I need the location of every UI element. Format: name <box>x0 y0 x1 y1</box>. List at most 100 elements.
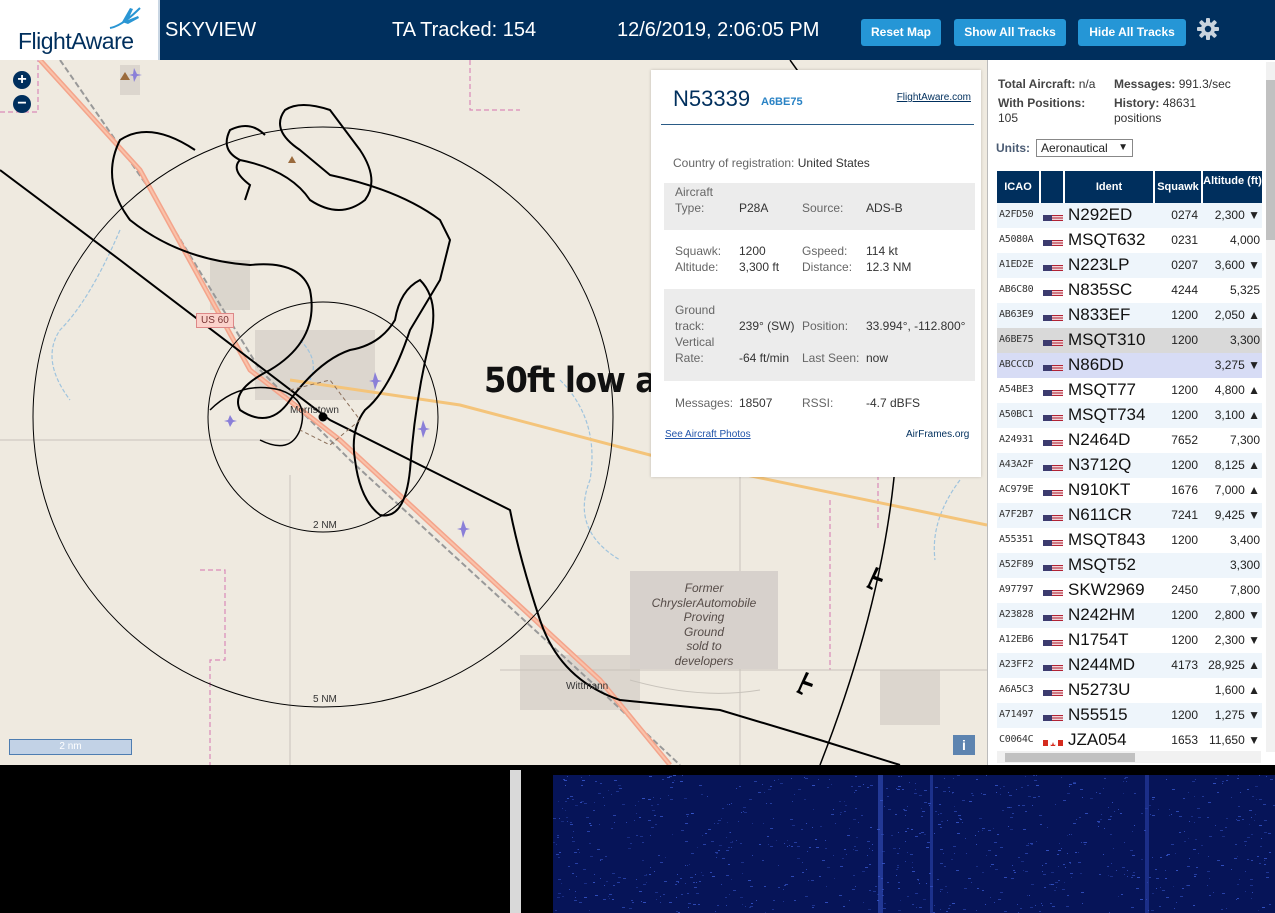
table-row[interactable]: AC979E N910KT 1676 7,000 ▲ <box>997 478 1262 503</box>
table-row[interactable]: A12EB6 N1754T 1200 2,300 ▼ <box>997 628 1262 653</box>
table-row[interactable]: A43A2F N3712Q 1200 8,125 ▲ <box>997 453 1262 478</box>
cell-altitude: 3,300 <box>1229 333 1260 347</box>
cell-icao: A24931 <box>999 434 1034 445</box>
table-row[interactable]: A24931 N2464D 7652 7,300 <box>997 428 1262 453</box>
cell-icao: A97797 <box>999 584 1034 595</box>
table-row[interactable]: A5080A MSQT632 0231 4,000 <box>997 228 1262 253</box>
us-flag-icon <box>1043 635 1063 646</box>
cell-ident: N1754T <box>1068 630 1129 649</box>
app-title: SKYVIEW <box>165 19 257 41</box>
table-row[interactable]: AB63E9 N833EF 1200 2,050 ▲ <box>997 303 1262 328</box>
proving-ground-area: Former ChryslerAutomobile Proving Ground… <box>630 571 778 669</box>
cell-ident: N611CR <box>1068 505 1132 524</box>
messages-rate-label: Messages: <box>1114 77 1176 91</box>
column-header-flag[interactable] <box>1041 171 1065 203</box>
cell-altitude: 2,300 ▼ <box>1214 633 1260 647</box>
table-row[interactable]: A1ED2E N223LP 0207 3,600 ▼ <box>997 253 1262 278</box>
total-aircraft: Total Aircraft: n/a <box>998 77 1095 91</box>
cell-icao: ABCCCD <box>999 359 1034 370</box>
messages-rate: Messages: 991.3/sec <box>1114 77 1231 91</box>
us-flag-icon <box>1043 660 1063 671</box>
cell-ident: MSQT310 <box>1068 330 1146 349</box>
cell-icao: A6A5C3 <box>999 684 1034 695</box>
show-all-tracks-button[interactable]: Show All Tracks <box>954 19 1066 46</box>
aircraft-popup: N53339 A6BE75 FlightAware.com Country of… <box>651 70 981 477</box>
cell-ident: SKW2969 <box>1068 580 1145 599</box>
cell-squawk: 1653 <box>1171 733 1198 747</box>
table-row[interactable]: C0064C JZA054 1653 11,650 ▼ <box>997 728 1262 753</box>
cell-squawk: 1676 <box>1171 483 1198 497</box>
cell-altitude: 7,300 <box>1229 433 1260 447</box>
cell-icao: A50BC1 <box>999 409 1034 420</box>
us-flag-icon <box>1043 710 1063 721</box>
table-row[interactable]: A50BC1 MSQT734 1200 3,100 ▲ <box>997 403 1262 428</box>
pane-divider[interactable] <box>510 770 521 913</box>
us-flag-icon <box>1043 360 1063 371</box>
cell-ident: N3712Q <box>1068 455 1132 474</box>
table-row[interactable]: A97797 SKW2969 2450 7,800 <box>997 578 1262 603</box>
table-row[interactable]: A7F2B7 N611CR 7241 9,425 ▼ <box>997 503 1262 528</box>
road-shield: US 60 <box>196 313 234 328</box>
table-row[interactable]: A23828 N242HM 1200 2,800 ▼ <box>997 603 1262 628</box>
country-value: United States <box>797 156 870 170</box>
skyview-app: FlightAware SKYVIEW TA Tracked: 154 12/6… <box>0 0 1275 913</box>
flightaware-link[interactable]: FlightAware.com <box>897 92 971 103</box>
cell-altitude: 8,125 ▲ <box>1214 458 1260 472</box>
settings-gear-icon[interactable] <box>1196 17 1220 41</box>
cell-squawk: 1200 <box>1171 333 1198 347</box>
cell-squawk: 7652 <box>1171 433 1198 447</box>
cell-flag <box>1043 728 1065 752</box>
cell-altitude: 2,300 ▼ <box>1214 208 1260 222</box>
table-row[interactable]: A6A5C3 N5273U 1,600 ▲ <box>997 678 1262 703</box>
scale-bar: 2 nm <box>9 739 132 755</box>
cell-ident: N223LP <box>1068 255 1130 274</box>
info-button[interactable]: i <box>953 735 975 755</box>
table-row[interactable]: A52F89 MSQT52 3,300 <box>997 553 1262 578</box>
scrollbar-thumb[interactable] <box>1005 753 1135 762</box>
hide-all-tracks-button[interactable]: Hide All Tracks <box>1078 19 1186 46</box>
cell-flag <box>1043 528 1065 552</box>
cell-altitude: 3,100 ▲ <box>1214 408 1260 422</box>
aircraft-type-block: Aircraft Type: P28A Source: ADS-B <box>664 183 975 230</box>
horizontal-scrollbar[interactable] <box>997 751 1261 763</box>
scrollbar-thumb[interactable] <box>1266 80 1275 240</box>
column-header-icao[interactable]: ICAO <box>997 171 1041 203</box>
us-flag-icon <box>1043 435 1063 446</box>
table-row[interactable]: A23FF2 N244MD 4173 28,925 ▲ <box>997 653 1262 678</box>
ground-track-label: track: <box>675 319 705 333</box>
cell-flag <box>1043 553 1065 577</box>
flightaware-logo[interactable]: FlightAware <box>0 0 160 60</box>
aircraft-photos-link[interactable]: See Aircraft Photos <box>665 429 751 440</box>
zoom-out-button[interactable]: − <box>13 95 31 113</box>
us-flag-icon <box>1043 685 1063 696</box>
cell-icao: A23828 <box>999 609 1034 620</box>
column-header-squawk[interactable]: Squawk <box>1155 171 1203 203</box>
source-label: Source: <box>802 201 844 215</box>
zoom-in-button[interactable]: + <box>13 71 31 89</box>
cell-squawk: 4173 <box>1171 658 1198 672</box>
table-row[interactable]: A2FD50 N292ED 0274 2,300 ▼ <box>997 203 1262 228</box>
cell-altitude: 9,425 ▼ <box>1214 508 1260 522</box>
table-row[interactable]: A6BE75 MSQT310 1200 3,300 <box>997 328 1262 353</box>
with-positions-label: With Positions: <box>998 96 1086 110</box>
cell-altitude: 2,800 ▼ <box>1214 608 1260 622</box>
cell-icao: A2FD50 <box>999 209 1034 220</box>
aircraft-list-panel: Total Aircraft: n/a Messages: 991.3/sec … <box>987 60 1275 765</box>
vertical-scrollbar[interactable] <box>1266 62 1275 752</box>
table-row[interactable]: AB6C80 N835SC 4244 5,325 <box>997 278 1262 303</box>
reset-map-button[interactable]: Reset Map <box>861 19 941 46</box>
units-select[interactable]: Aeronautical ▼ <box>1036 139 1133 157</box>
column-header-ident[interactable]: Ident <box>1065 171 1155 203</box>
column-header-altitude[interactable]: Altitude (ft) <box>1203 171 1262 203</box>
table-row[interactable]: A71497 N55515 1200 1,275 ▼ <box>997 703 1262 728</box>
airframes-link[interactable]: AirFrames.org <box>906 429 969 440</box>
cell-flag <box>1043 603 1065 627</box>
cell-altitude: 3,400 <box>1229 533 1260 547</box>
us-flag-icon <box>1043 610 1063 621</box>
table-row[interactable]: A54BE3 MSQT77 1200 4,800 ▲ <box>997 378 1262 403</box>
table-row[interactable]: A55351 MSQT843 1200 3,400 <box>997 528 1262 553</box>
us-flag-icon <box>1043 560 1063 571</box>
table-row[interactable]: ABCCCD N86DD 3,275 ▼ <box>997 353 1262 378</box>
cell-altitude: 3,600 ▼ <box>1214 258 1260 272</box>
map-area-label: ChryslerAutomobile <box>651 595 757 610</box>
